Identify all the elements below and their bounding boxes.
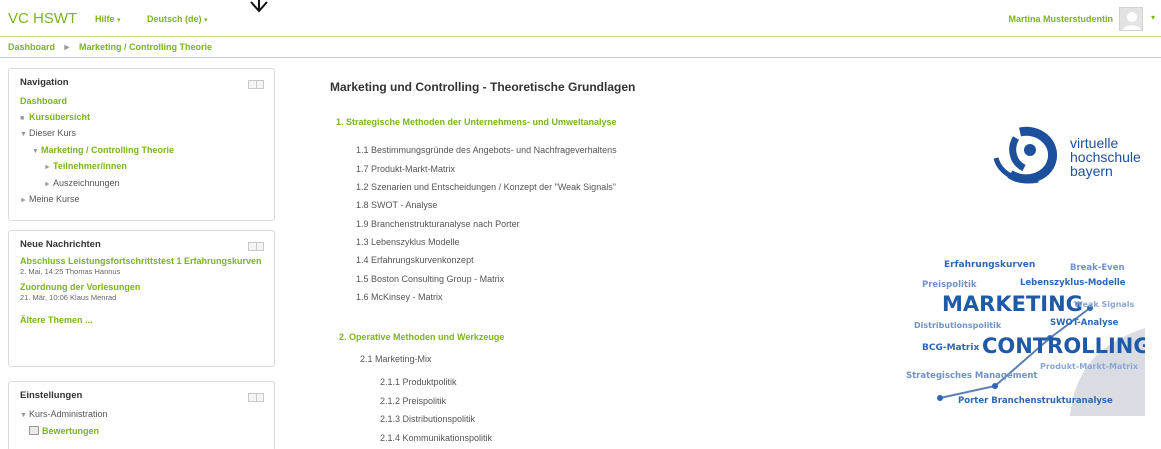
- news-item-meta: 2. Mai, 14:25 Thomas Hannus: [20, 267, 121, 276]
- collapsed-arrow-icon[interactable]: ►: [44, 160, 53, 176]
- section-1-title[interactable]: 1. Strategische Methoden der Unternehmen…: [336, 117, 617, 127]
- main-content: Marketing und Controlling - Theoretische…: [330, 80, 890, 94]
- user-silhouette-icon: [1122, 12, 1142, 30]
- activity-link[interactable]: 1.9 Branchenstrukturanalyse nach Porter: [356, 219, 520, 229]
- word-cloud-word: Distributionspolitik: [914, 321, 1002, 330]
- activity-link[interactable]: 2.1.4 Kommunikationspolitik: [380, 433, 492, 443]
- word-cloud-word: Break-Even: [1070, 263, 1125, 273]
- top-navbar: VC HSWT Hilfe ▾ Deutsch (de) ▾ Martina M…: [0, 0, 1161, 36]
- expanded-arrow-icon[interactable]: ▼: [20, 408, 29, 424]
- nav-dashboard[interactable]: Dashboard: [20, 94, 263, 110]
- activity-link[interactable]: 2.1.1 Produktpolitik: [380, 377, 457, 387]
- logo-line: bayern: [1070, 163, 1113, 179]
- navigation-block: Navigation Dashboard ■ Kursübersicht ▼ Die…: [8, 68, 275, 221]
- site-brand[interactable]: VC HSWT: [8, 10, 77, 27]
- word-cloud-word: Preispolitik: [922, 280, 977, 290]
- settings-block-title: Einstellungen: [20, 390, 83, 401]
- expanded-arrow-icon[interactable]: ▼: [32, 144, 41, 160]
- word-cloud-background-icon: [937, 305, 1145, 416]
- word-cloud-word: Weak Signals: [1074, 300, 1135, 309]
- collapsed-arrow-icon[interactable]: ►: [44, 177, 53, 193]
- nav-current-course[interactable]: Marketing / Controlling Theorie: [41, 145, 174, 155]
- user-menu-name[interactable]: Martina Musterstudentin: [1008, 14, 1113, 24]
- news-item-meta: 21. Mär, 10:06 Klaus Menrad: [20, 293, 117, 302]
- avatar[interactable]: [1119, 7, 1143, 31]
- word-cloud-word: CONTROLLING: [982, 334, 1145, 358]
- news-block: Neue Nachrichten Abschluss Leistungsfort…: [8, 230, 275, 367]
- block-actions-icon[interactable]: [248, 242, 264, 251]
- activity-link[interactable]: 1.3 Lebenszyklus Modelle: [356, 237, 460, 247]
- word-cloud-word: Erfahrungskurven: [944, 260, 1036, 270]
- activity-link[interactable]: 2.1.3 Distributionspolitik: [380, 414, 475, 424]
- breadcrumb: Dashboard ► Marketing / Controlling Theo…: [0, 36, 1161, 58]
- word-cloud-word: SWOT-Analyse: [1050, 318, 1119, 328]
- nav-participants[interactable]: Teilnehmer/innen: [53, 161, 127, 171]
- activity-link[interactable]: 1.8 SWOT - Analyse: [356, 200, 437, 210]
- word-cloud-word: Lebenszyklus-Modelle: [1020, 278, 1126, 288]
- activity-link[interactable]: 1.1 Bestimmungsgründe des Angebots- und …: [356, 145, 617, 155]
- activity-link[interactable]: 1.4 Erfahrungskurvenkonzept: [356, 255, 474, 265]
- activity-link[interactable]: 2.1 Marketing-Mix: [360, 354, 432, 364]
- news-block-title: Neue Nachrichten: [20, 239, 101, 250]
- word-cloud-word: MARKETING: [942, 292, 1083, 316]
- news-item-title[interactable]: Zuordnung der Vorlesungen: [20, 281, 263, 293]
- collapsed-arrow-icon[interactable]: ►: [20, 193, 29, 209]
- expanded-arrow-icon[interactable]: ▼: [20, 127, 29, 143]
- page-title: Marketing und Controlling - Theoretische…: [330, 80, 636, 94]
- marketing-word-cloud-image: Erfahrungskurven Break-Even Preispolitik…: [900, 248, 1145, 416]
- word-cloud-word: Porter Branchenstrukturanalyse: [958, 396, 1113, 406]
- settings-course-admin[interactable]: Kurs-Administration: [29, 409, 108, 419]
- activity-link[interactable]: 1.5 Boston Consulting Group - Matrix: [356, 274, 504, 284]
- caret-down-icon: ▾: [204, 17, 208, 24]
- down-arrow-cursor-icon: [250, 0, 268, 13]
- activity-link[interactable]: 1.2 Szenarien und Entscheidungen / Konze…: [356, 182, 616, 192]
- older-topics-link[interactable]: Ältere Themen ...: [20, 314, 263, 326]
- bullet-icon: ■: [20, 114, 25, 122]
- activity-link[interactable]: 1.7 Produkt-Markt-Matrix: [356, 164, 455, 174]
- caret-down-icon: ▾: [117, 17, 121, 24]
- settings-block: Einstellungen ▼ Kurs-Administration Bewer…: [8, 381, 275, 449]
- user-caret-icon[interactable]: ▾: [1151, 13, 1155, 22]
- logo-line: hochschule: [1070, 149, 1141, 165]
- block-actions-icon[interactable]: [248, 393, 264, 402]
- word-cloud-word: BCG-Matrix: [922, 343, 980, 353]
- language-menu[interactable]: Deutsch (de) ▾: [147, 14, 208, 24]
- breadcrumb-separator-icon: ►: [62, 42, 72, 52]
- nav-course-overview[interactable]: Kursübersicht: [29, 112, 90, 122]
- breadcrumb-course[interactable]: Marketing / Controlling Theorie: [79, 42, 212, 52]
- help-menu-label: Hilfe: [95, 14, 115, 24]
- breadcrumb-dashboard[interactable]: Dashboard: [8, 42, 55, 52]
- news-item-title[interactable]: Abschluss Leistungsfortschrittstest 1 Er…: [20, 255, 263, 267]
- navigation-block-title: Navigation: [20, 77, 69, 88]
- logo-text: virtuelle hochschule bayern: [1070, 136, 1141, 178]
- activity-link[interactable]: 2.1.2 Preispolitik: [380, 396, 446, 406]
- help-menu[interactable]: Hilfe ▾: [95, 14, 121, 24]
- grades-table-icon: [29, 425, 39, 435]
- language-menu-label: Deutsch (de): [147, 14, 202, 24]
- settings-grades[interactable]: Bewertungen: [42, 426, 99, 436]
- word-cloud-word: Produkt-Markt-Matrix: [1040, 362, 1138, 371]
- activity-link[interactable]: 1.6 McKinsey - Matrix: [356, 292, 443, 302]
- section-2-title[interactable]: 2. Operative Methoden und Werkzeuge: [339, 332, 504, 342]
- word-cloud-word: Strategisches Management: [906, 371, 1038, 381]
- nav-badges[interactable]: Auszeichnungen: [53, 178, 120, 188]
- nav-this-course[interactable]: Dieser Kurs: [29, 128, 76, 138]
- nav-my-courses[interactable]: Meine Kurse: [29, 194, 80, 204]
- block-actions-icon[interactable]: [248, 80, 264, 89]
- logo-line: virtuelle: [1070, 135, 1119, 151]
